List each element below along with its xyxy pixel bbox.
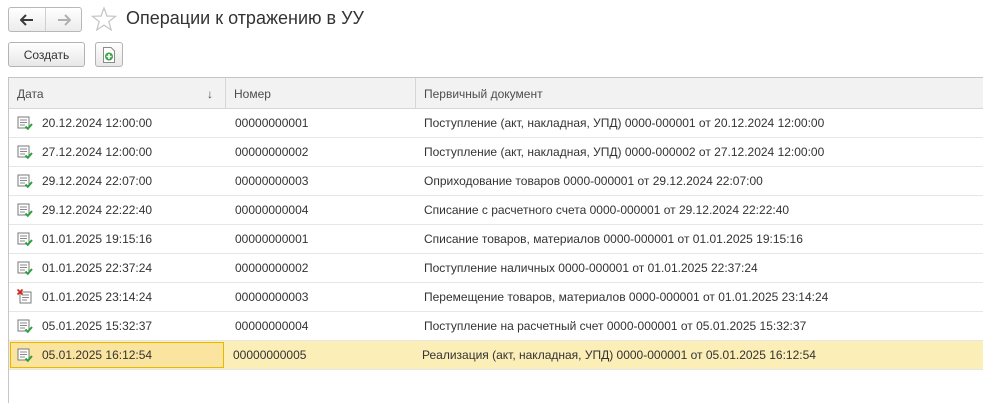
posted-document-icon — [17, 116, 33, 131]
forward-button[interactable] — [45, 8, 81, 31]
back-button[interactable] — [9, 8, 45, 31]
date-text: 29.12.2024 22:07:00 — [42, 174, 153, 188]
document-text: Оприходование товаров 0000-000001 от 29.… — [424, 174, 763, 188]
add-document-icon — [103, 46, 115, 63]
date-text: 20.12.2024 12:00:00 — [42, 116, 153, 130]
date-text: 01.01.2025 23:14:24 — [42, 290, 153, 304]
date-text: 27.12.2024 12:00:00 — [42, 145, 153, 159]
create-copy-button[interactable] — [95, 42, 123, 67]
page-title: Операции к отражению в УУ — [126, 8, 364, 28]
date-cell[interactable]: 29.12.2024 22:22:40 — [9, 196, 226, 224]
date-text: 29.12.2024 22:22:40 — [42, 203, 153, 217]
date-text: 05.01.2025 15:32:37 — [42, 319, 153, 333]
document-cell[interactable]: Поступление (акт, накладная, УПД) 0000-0… — [416, 109, 983, 137]
document-cell[interactable]: Реализация (акт, накладная, УПД) 0000-00… — [414, 341, 983, 369]
table-row[interactable]: 01.01.2025 19:15:16 00000000001 Списание т… — [9, 225, 983, 254]
document-text: Поступление на расчетный счет 0000-00000… — [424, 319, 807, 333]
number-cell[interactable]: 00000000004 — [226, 312, 416, 340]
number-text: 00000000002 — [235, 145, 309, 159]
document-cell[interactable]: Поступление наличных 0000-000001 от 01.0… — [416, 254, 983, 282]
posted-document-icon — [17, 174, 33, 189]
column-header-number[interactable]: Номер — [226, 78, 416, 109]
number-text: 00000000003 — [235, 174, 309, 188]
date-text: 01.01.2025 19:15:16 — [42, 232, 153, 246]
favorite-star-icon[interactable] — [91, 6, 117, 32]
table-row[interactable]: 29.12.2024 22:07:00 00000000003 Оприходова… — [9, 167, 983, 196]
number-cell[interactable]: 00000000003 — [226, 167, 416, 195]
document-cell[interactable]: Перемещение товаров, материалов 0000-000… — [416, 283, 983, 311]
number-cell[interactable]: 00000000004 — [226, 196, 416, 224]
table-row[interactable]: 01.01.2025 23:14:24 00000000003 Перемещени… — [9, 283, 983, 312]
table-row[interactable]: 20.12.2024 12:00:00 00000000001 Поступлени… — [9, 109, 983, 138]
marked-for-deletion-icon — [17, 289, 32, 304]
number-text: 00000000004 — [235, 203, 309, 217]
column-header-date[interactable]: Дата ↓ — [9, 78, 226, 109]
date-cell[interactable]: 05.01.2025 16:12:54 — [10, 342, 224, 368]
date-cell[interactable]: 01.01.2025 19:15:16 — [9, 225, 226, 253]
document-cell[interactable]: Списание товаров, материалов 0000-000001… — [416, 225, 983, 253]
number-cell[interactable]: 00000000001 — [226, 225, 416, 253]
date-text: 01.01.2025 22:37:24 — [42, 261, 153, 275]
posted-document-icon — [17, 232, 33, 247]
document-cell[interactable]: Списание с расчетного счета 0000-000001 … — [416, 196, 983, 224]
posted-document-icon — [17, 145, 33, 160]
number-text: 00000000003 — [235, 290, 309, 304]
operations-table: Дата ↓ Номер Первичный документ 20.12.20… — [8, 77, 983, 403]
posted-document-icon — [17, 319, 33, 334]
number-text: 00000000002 — [235, 261, 309, 275]
document-text: Поступление (акт, накладная, УПД) 0000-0… — [424, 145, 825, 159]
document-text: Поступление (акт, накладная, УПД) 0000-0… — [424, 116, 825, 130]
table-row[interactable]: 27.12.2024 12:00:00 00000000002 Поступлени… — [9, 138, 983, 167]
table-row[interactable]: 05.01.2025 15:32:37 00000000004 Поступлени… — [9, 312, 983, 341]
document-text: Реализация (акт, накладная, УПД) 0000-00… — [422, 348, 816, 362]
navigation-buttons — [8, 7, 82, 32]
number-text: 00000000005 — [233, 348, 307, 362]
table-row[interactable]: 01.01.2025 22:37:24 00000000002 Поступлени… — [9, 254, 983, 283]
arrow-right-icon — [57, 13, 71, 26]
document-text: Поступление наличных 0000-000001 от 01.0… — [424, 261, 758, 275]
table-row[interactable]: 29.12.2024 22:22:40 00000000004 Списание с… — [9, 196, 983, 225]
number-text: 00000000001 — [235, 232, 309, 246]
date-cell[interactable]: 01.01.2025 22:37:24 — [9, 254, 226, 282]
table-row[interactable]: 05.01.2025 16:12:54 00000000005 Реализация… — [9, 341, 983, 370]
sort-descending-icon: ↓ — [207, 87, 213, 101]
document-cell[interactable]: Оприходование товаров 0000-000001 от 29.… — [416, 167, 983, 195]
date-cell[interactable]: 05.01.2025 15:32:37 — [9, 312, 226, 340]
table-header: Дата ↓ Номер Первичный документ — [9, 78, 983, 109]
column-header-document[interactable]: Первичный документ — [416, 78, 983, 109]
arrow-left-icon — [20, 13, 33, 26]
document-text: Списание товаров, материалов 0000-000001… — [424, 232, 803, 246]
date-cell[interactable]: 20.12.2024 12:00:00 — [9, 109, 226, 137]
column-header-label: Номер — [234, 86, 271, 101]
number-text: 00000000004 — [235, 319, 309, 333]
posted-document-icon — [17, 261, 33, 276]
number-cell[interactable]: 00000000003 — [226, 283, 416, 311]
column-header-label: Дата — [17, 86, 44, 101]
number-cell[interactable]: 00000000002 — [226, 138, 416, 166]
number-cell[interactable]: 00000000005 — [224, 341, 414, 369]
document-cell[interactable]: Поступление на расчетный счет 0000-00000… — [416, 312, 983, 340]
column-header-label: Первичный документ — [424, 86, 543, 101]
table-body: 20.12.2024 12:00:00 00000000001 Поступлени… — [9, 109, 983, 370]
date-cell[interactable]: 01.01.2025 23:14:24 — [9, 283, 226, 311]
date-cell[interactable]: 29.12.2024 22:07:00 — [9, 167, 226, 195]
create-button[interactable]: Создать — [8, 42, 85, 67]
number-cell[interactable]: 00000000001 — [226, 109, 416, 137]
number-text: 00000000001 — [235, 116, 309, 130]
document-text: Перемещение товаров, материалов 0000-000… — [424, 290, 829, 304]
number-cell[interactable]: 00000000002 — [226, 254, 416, 282]
date-text: 05.01.2025 16:12:54 — [42, 348, 153, 362]
date-cell[interactable]: 27.12.2024 12:00:00 — [9, 138, 226, 166]
document-text: Списание с расчетного счета 0000-000001 … — [424, 203, 790, 217]
posted-document-icon — [17, 203, 33, 218]
document-cell[interactable]: Поступление (акт, накладная, УПД) 0000-0… — [416, 138, 983, 166]
posted-document-icon — [17, 348, 33, 363]
